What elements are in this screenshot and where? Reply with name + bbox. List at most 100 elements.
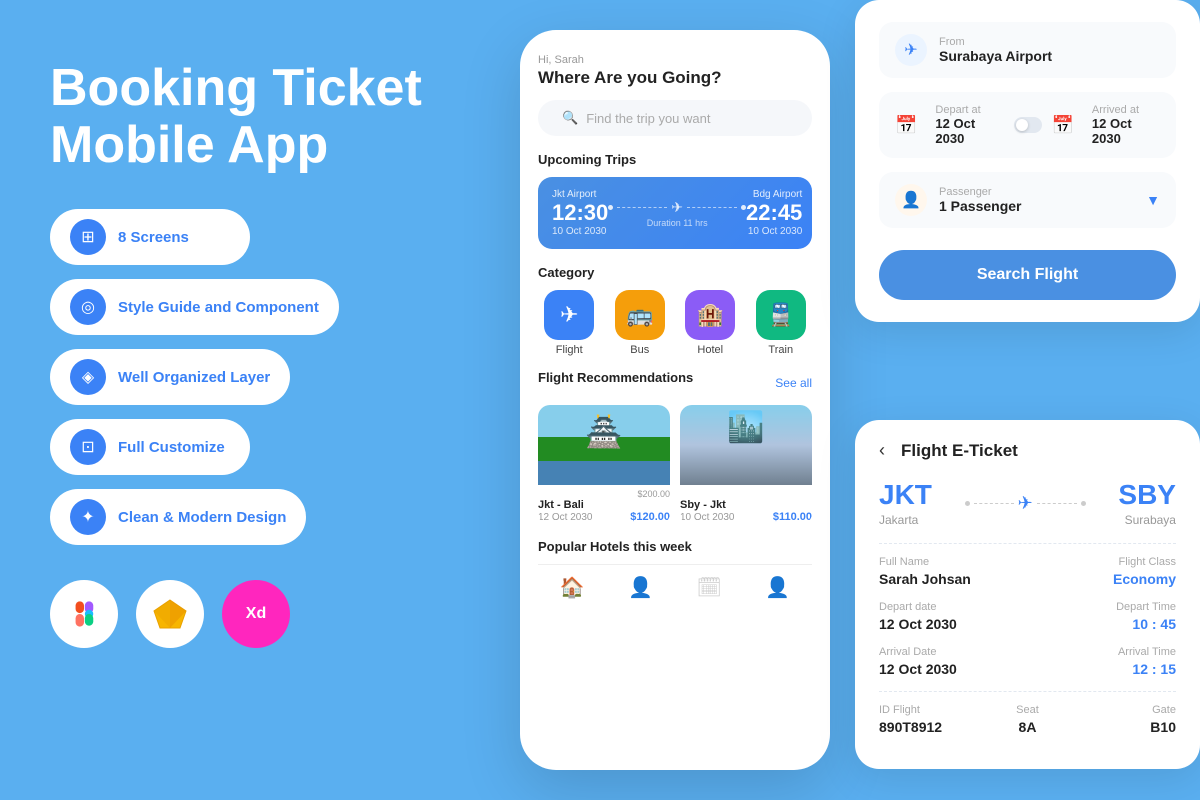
search-bar[interactable]: 🔍 Find the trip you want bbox=[538, 100, 812, 136]
cat-icon-bus: 🚌 bbox=[615, 290, 665, 340]
cat-name-bus: Bus bbox=[609, 344, 672, 356]
arrival-date-field: Arrival Date 12 Oct 2030 bbox=[879, 646, 1021, 677]
plane-icon: ✈ bbox=[1018, 493, 1033, 514]
nav-home[interactable]: 🏠 bbox=[560, 575, 585, 600]
title-line2: Mobile App bbox=[50, 116, 328, 174]
destination-block: SBY Surabaya bbox=[1118, 479, 1176, 527]
route-arrow: ✈ bbox=[965, 493, 1086, 514]
recommendations-label: Flight Recommendations bbox=[538, 370, 693, 385]
booking-form: ✈ From Surabaya Airport 📅 Depart at 12 O… bbox=[855, 0, 1200, 322]
feature-label-layer: Well Organized Layer bbox=[118, 369, 270, 386]
origin-block: JKT Jakarta bbox=[879, 479, 932, 527]
arrival-time-field: Arrival Time 12 : 15 bbox=[1035, 646, 1177, 677]
recommendations-header: Flight Recommendations See all bbox=[538, 370, 812, 395]
left-section: Booking Ticket Mobile App ⊞ 8 Screens ◎ … bbox=[50, 60, 450, 648]
feature-icon-screens: ⊞ bbox=[70, 219, 106, 255]
feature-icon-style: ◎ bbox=[70, 289, 106, 325]
category-flight[interactable]: ✈ Flight bbox=[538, 290, 601, 356]
search-placeholder: Find the trip you want bbox=[586, 111, 710, 126]
cat-name-train: Train bbox=[750, 344, 813, 356]
divider-2 bbox=[879, 691, 1176, 692]
nav-profile[interactable]: 👤 bbox=[628, 575, 653, 600]
feature-icon-customize: ⊡ bbox=[70, 429, 106, 465]
tool-icons: Xd bbox=[50, 580, 450, 648]
category-train[interactable]: 🚆 Train bbox=[750, 290, 813, 356]
search-icon: 🔍 bbox=[562, 110, 578, 126]
passenger-text: Passenger 1 Passenger bbox=[939, 186, 1022, 214]
date-row: 📅 Depart at 12 Oct 2030 📅 Arrived at 12 … bbox=[879, 92, 1176, 158]
date-field-row: 📅 Depart at 12 Oct 2030 📅 Arrived at 12 … bbox=[879, 92, 1176, 158]
category-hotel[interactable]: 🏨 Hotel bbox=[679, 290, 742, 356]
from-airport: Jkt Airport 12:30 10 Oct 2030 bbox=[552, 189, 608, 237]
arrive-date-block: Arrived at 12 Oct 2030 bbox=[1092, 104, 1160, 146]
feature-pill-style[interactable]: ◎ Style Guide and Component bbox=[50, 279, 339, 335]
route-row: JKT Jakarta ✈ SBY Surabaya bbox=[879, 479, 1176, 527]
phone-mockup: Hi, Sarah Where Are you Going? 🔍 Find th… bbox=[520, 30, 830, 770]
from-text: From Surabaya Airport bbox=[939, 36, 1052, 64]
seat-field: Seat 8A bbox=[983, 704, 1073, 735]
popular-label: Popular Hotels this week bbox=[538, 539, 812, 554]
full-name-field: Full Name Sarah Johsan bbox=[879, 556, 1021, 587]
date-toggle[interactable] bbox=[1014, 117, 1042, 133]
category-grid: ✈ Flight 🚌 Bus 🏨 Hotel 🚆 Train bbox=[538, 290, 812, 356]
arrive-calendar-icon: 📅 bbox=[1052, 115, 1074, 136]
from-field[interactable]: ✈ From Surabaya Airport bbox=[879, 22, 1176, 78]
feature-pill-screens[interactable]: ⊞ 8 Screens bbox=[50, 209, 250, 265]
xd-icon: Xd bbox=[222, 580, 290, 648]
ticket-bottom-grid: ID Flight 890T8912 Seat 8A Gate B10 bbox=[879, 704, 1176, 735]
upcoming-label: Upcoming Trips bbox=[538, 152, 812, 167]
search-flight-button[interactable]: Search Flight bbox=[879, 250, 1176, 300]
to-airport: Bdg Airport 22:45 10 Oct 2030 bbox=[746, 189, 802, 237]
depart-calendar-icon: 📅 bbox=[895, 115, 917, 136]
cat-name-flight: Flight bbox=[538, 344, 601, 356]
cat-icon-hotel: 🏨 bbox=[685, 290, 735, 340]
see-all-link[interactable]: See all bbox=[775, 376, 812, 390]
passenger-dropdown-arrow: ▼ bbox=[1146, 192, 1160, 208]
bottom-nav: 🏠 👤 🗓 👤 bbox=[538, 564, 812, 600]
from-field-row: ✈ From Surabaya Airport bbox=[879, 22, 1176, 78]
feature-pill-design[interactable]: ✦ Clean & Modern Design bbox=[50, 489, 306, 545]
feature-label-screens: 8 Screens bbox=[118, 229, 189, 246]
ticket-info-grid: Full Name Sarah Johsan Flight Class Econ… bbox=[879, 556, 1176, 677]
trip-card[interactable]: Jkt Airport 12:30 10 Oct 2030 ✈ Duration… bbox=[538, 177, 812, 249]
feature-icon-layer: ◈ bbox=[70, 359, 106, 395]
depart-time-field: Depart Time 10 : 45 bbox=[1035, 601, 1177, 632]
depart-date-field: Depart date 12 Oct 2030 bbox=[879, 601, 1021, 632]
nav-calendar[interactable]: 🗓 bbox=[696, 575, 721, 600]
bali-image bbox=[538, 405, 670, 485]
passenger-left: 👤 Passenger 1 Passenger bbox=[895, 184, 1022, 216]
greeting-text: Hi, Sarah bbox=[538, 54, 812, 66]
back-button[interactable]: ‹ bbox=[879, 440, 885, 461]
flight-line: ✈ Duration 11 hrs bbox=[608, 199, 746, 228]
sketch-icon bbox=[136, 580, 204, 648]
eticket-panel: ‹ Flight E-Ticket JKT Jakarta ✈ SBY Sura… bbox=[855, 420, 1200, 769]
feature-label-style: Style Guide and Component bbox=[118, 299, 319, 316]
feature-icon-design: ✦ bbox=[70, 499, 106, 535]
gate-field: Gate B10 bbox=[1086, 704, 1176, 735]
passenger-row[interactable]: 👤 Passenger 1 Passenger ▼ bbox=[879, 172, 1176, 228]
rec-card-bali[interactable]: $200.00 Jkt - Bali 12 Oct 2030 $120.00 bbox=[538, 405, 670, 525]
cat-icon-train: 🚆 bbox=[756, 290, 806, 340]
feature-label-design: Clean & Modern Design bbox=[118, 509, 286, 526]
category-label: Category bbox=[538, 265, 812, 280]
feature-pill-layer[interactable]: ◈ Well Organized Layer bbox=[50, 349, 290, 405]
feature-pill-customize[interactable]: ⊡ Full Customize bbox=[50, 419, 250, 475]
toggle-dot bbox=[1016, 119, 1028, 131]
divider-1 bbox=[879, 543, 1176, 544]
title-line1: Booking Ticket bbox=[50, 59, 422, 117]
flight-class-field: Flight Class Economy bbox=[1035, 556, 1177, 587]
phone-main-title: Where Are you Going? bbox=[538, 68, 812, 88]
ticket-title: Flight E-Ticket bbox=[901, 441, 1018, 461]
rec-card-sby[interactable]: Sby - Jkt 10 Oct 2030 $110.00 bbox=[680, 405, 812, 525]
main-title: Booking Ticket Mobile App bbox=[50, 60, 450, 174]
phone-frame: Hi, Sarah Where Are you Going? 🔍 Find th… bbox=[520, 30, 830, 770]
passenger-icon: 👤 bbox=[895, 184, 927, 216]
depart-date-block: Depart at 12 Oct 2030 bbox=[935, 104, 1003, 146]
figma-icon bbox=[50, 580, 118, 648]
feature-label-customize: Full Customize bbox=[118, 439, 225, 456]
nav-user[interactable]: 👤 bbox=[765, 575, 790, 600]
passenger-field-row: 👤 Passenger 1 Passenger ▼ bbox=[879, 172, 1176, 228]
features-list: ⊞ 8 Screens ◎ Style Guide and Component … bbox=[50, 209, 450, 545]
category-bus[interactable]: 🚌 Bus bbox=[609, 290, 672, 356]
cat-name-hotel: Hotel bbox=[679, 344, 742, 356]
